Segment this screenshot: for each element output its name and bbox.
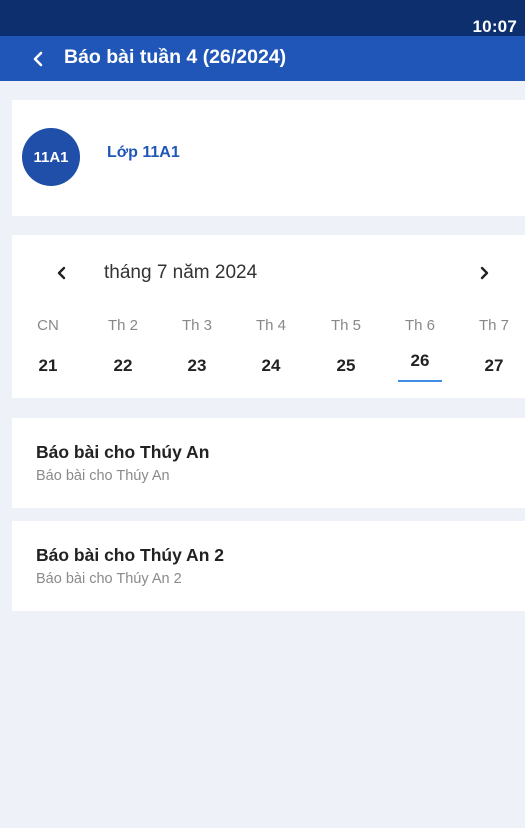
class-card[interactable]: 11A1 Lớp 11A1	[12, 100, 525, 216]
calendar-day-selected[interactable]: 26	[390, 351, 450, 371]
month-label: tháng 7 năm 2024	[104, 262, 258, 283]
calendar-day[interactable]: 23	[167, 356, 227, 376]
class-avatar: 11A1	[22, 128, 80, 186]
next-month-button[interactable]	[470, 259, 498, 287]
app-bar: Báo bài tuần 4 (26/2024)	[0, 36, 525, 81]
calendar-day[interactable]: 24	[241, 356, 301, 376]
calendar-day[interactable]: 21	[18, 356, 78, 376]
report-title: Báo bài cho Thúy An 2	[36, 545, 224, 565]
report-subtitle: Báo bài cho Thúy An	[36, 468, 170, 484]
report-subtitle: Báo bài cho Thúy An 2	[36, 571, 182, 587]
calendar-day[interactable]: 22	[93, 356, 153, 376]
weekday-label: Th 7	[478, 317, 509, 334]
weekday-label: Th 6	[404, 317, 435, 334]
weekday-label: Th 4	[255, 317, 286, 334]
calendar-day[interactable]: 25	[316, 356, 376, 376]
weekday-label: Th 5	[330, 317, 361, 334]
calendar-day[interactable]: 27	[464, 356, 524, 376]
class-name: Lớp 11A1	[107, 144, 180, 161]
page-title: Báo bài tuần 4 (26/2024)	[64, 46, 287, 68]
report-item[interactable]: Báo bài cho Thúy An Báo bài cho Thúy An	[12, 418, 525, 508]
selected-day-underline	[398, 380, 442, 382]
status-time: 10:07	[472, 17, 517, 36]
chevron-right-icon	[480, 266, 489, 280]
weekday-label: Th 3	[181, 317, 212, 334]
status-bar: 10:07	[0, 0, 525, 36]
prev-month-button[interactable]	[48, 259, 76, 287]
back-button[interactable]	[24, 44, 52, 74]
report-item[interactable]: Báo bài cho Thúy An 2 Báo bài cho Thúy A…	[12, 521, 525, 611]
report-title: Báo bài cho Thúy An	[36, 442, 210, 462]
weekday-label: CN	[37, 317, 59, 334]
chevron-left-icon	[57, 266, 66, 280]
weekday-label: Th 2	[107, 317, 138, 334]
chevron-left-icon	[33, 51, 43, 67]
week-calendar: tháng 7 năm 2024 CN Th 2 Th 3 Th 4 Th 5 …	[12, 235, 525, 398]
